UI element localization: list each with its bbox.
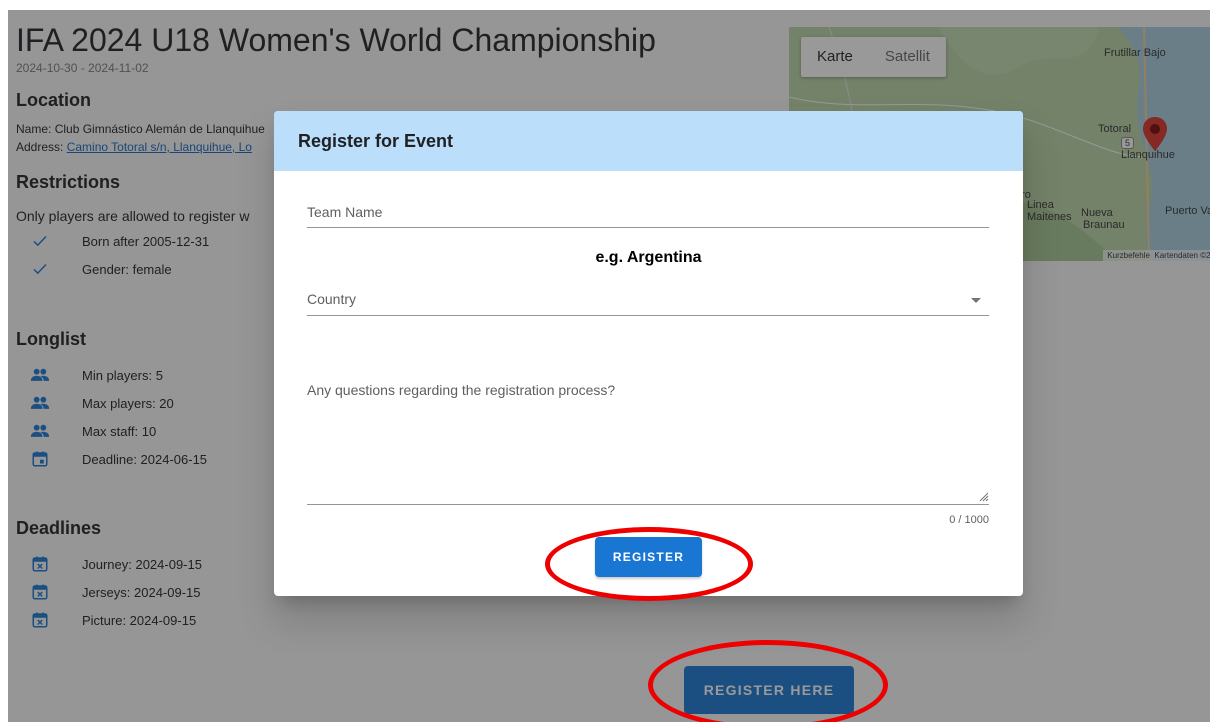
dialog-title: Register for Event [298, 130, 454, 151]
country-label: Country [307, 291, 357, 307]
questions-textarea[interactable]: Any questions regarding the registration… [307, 382, 989, 505]
chevron-down-icon [971, 298, 981, 303]
character-counter: 0 / 1000 [949, 514, 989, 526]
register-button[interactable]: Register [595, 537, 702, 577]
resize-handle-icon[interactable] [979, 492, 989, 502]
dialog-header: Register for Event [274, 111, 1023, 171]
team-name-label: Team Name [307, 204, 383, 220]
page: IFA 2024 U18 Women's World Championship … [0, 0, 1210, 722]
country-select[interactable]: Country [307, 291, 989, 316]
team-name-field[interactable]: Team Name [307, 204, 989, 228]
questions-label: Any questions regarding the registration… [307, 382, 616, 398]
team-name-hint: e.g. Argentina [595, 249, 702, 266]
register-dialog: Register for Event Team Name e.g. Argent… [274, 111, 1023, 596]
event-page: IFA 2024 U18 Women's World Championship … [8, 10, 1210, 722]
